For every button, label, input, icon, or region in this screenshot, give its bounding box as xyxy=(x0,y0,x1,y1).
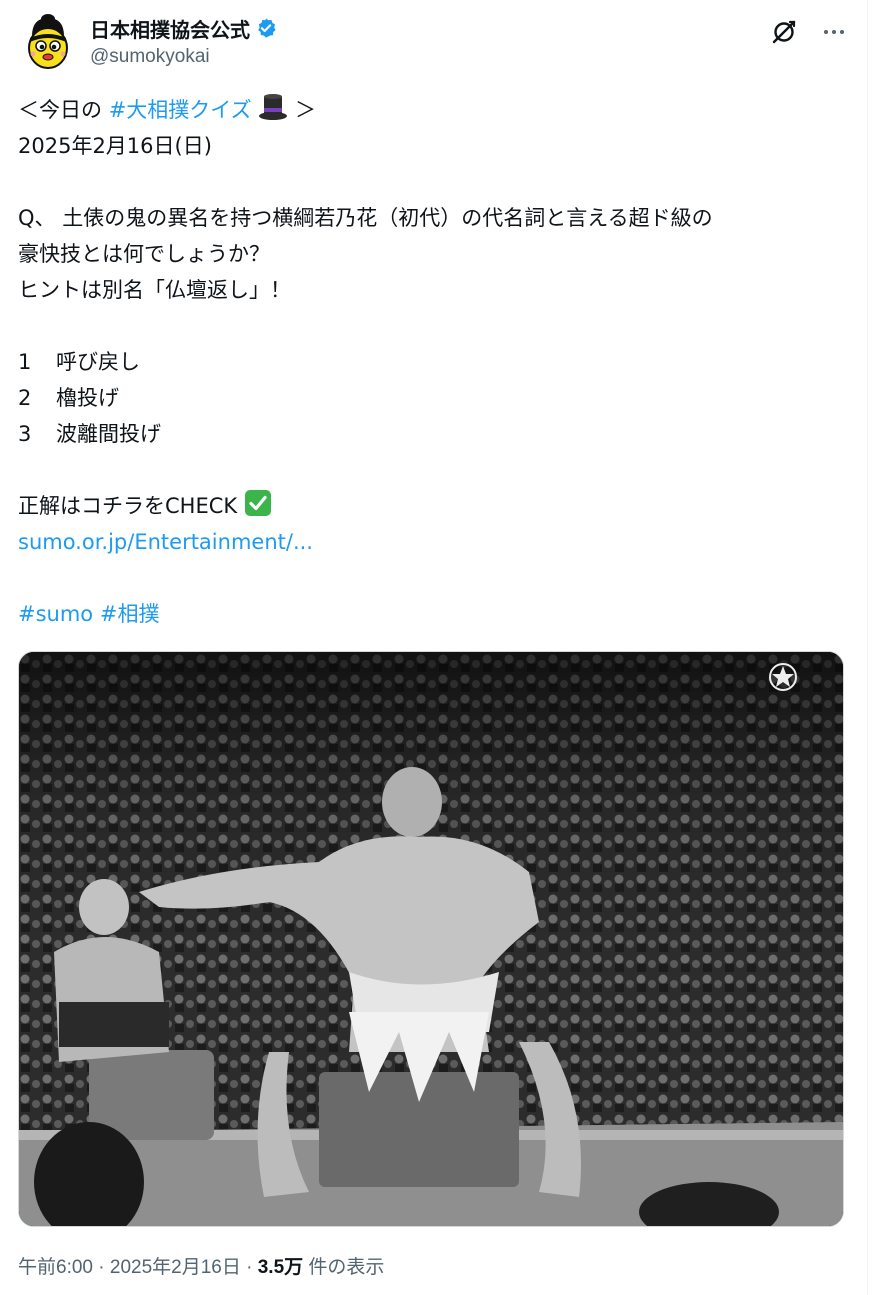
tweet-header: 日本相撲協会公式 @sumokyokai xyxy=(18,10,856,74)
tweet-text: ＜今日の #大相撲クイズ ＞ 2025年2月16日(日) Q、 土俵の鬼の異名を… xyxy=(18,92,858,632)
post-time[interactable]: 午前6:00 xyxy=(18,1257,93,1278)
hashtag-sumo-jp[interactable]: #相撲 xyxy=(100,602,160,626)
tweet-media-photo[interactable] xyxy=(18,651,844,1227)
hashtag-sumo-quiz[interactable]: #大相撲クイズ xyxy=(109,98,252,122)
sumo-mascot-avatar-icon xyxy=(18,12,78,72)
column-border xyxy=(867,0,868,1295)
option-1: 1 呼び戻し xyxy=(18,344,858,380)
answer-line: 正解はコチラをCHECK xyxy=(18,488,858,524)
separator: · xyxy=(92,1257,110,1278)
more-options-icon xyxy=(824,30,844,34)
tweet-meta: 午前6:00 · 2025年2月16日 · 3.5万 件の表示 xyxy=(18,1252,384,1279)
option-2: 2 櫓投げ xyxy=(18,380,858,416)
option-number: 2 xyxy=(18,386,32,410)
answer-text: 正解はコチラをCHECK xyxy=(18,494,238,518)
views-count: 3.5万 xyxy=(257,1257,304,1278)
question-line-1: Q、 土俵の鬼の異名を持つ横綱若乃花（初代）の代名詞と言える超ド級の xyxy=(18,206,713,230)
hashtags-line: #sumo #相撲 xyxy=(18,596,858,632)
handle[interactable]: @sumokyokai xyxy=(90,46,210,68)
avatar[interactable] xyxy=(18,12,78,72)
top-hat-emoji-icon xyxy=(258,93,288,132)
option-label: 呼び戻し xyxy=(56,350,140,374)
verified-badge-icon xyxy=(255,17,277,39)
post-date[interactable]: 2025年2月16日 xyxy=(110,1257,241,1278)
grok-icon xyxy=(772,20,796,44)
views-label: 件の表示 xyxy=(303,1257,385,1278)
option-label: 櫓投げ xyxy=(56,386,119,410)
option-3: 3 波離間投げ xyxy=(18,416,858,452)
sumo-photo-icon xyxy=(19,652,843,1226)
question-line-2: 豪快技とは何でしょうか？ xyxy=(18,242,270,266)
intro-line: ＜今日の #大相撲クイズ ＞ xyxy=(18,92,858,128)
hashtag-sumo[interactable]: #sumo xyxy=(18,602,93,626)
separator: · xyxy=(240,1257,258,1278)
grok-button[interactable] xyxy=(768,16,800,48)
check-mark-emoji-icon xyxy=(244,489,272,528)
external-link[interactable]: sumo.or.jp/Entertainment/... xyxy=(18,524,858,560)
option-label: 波離間投げ xyxy=(56,422,161,446)
option-number: 3 xyxy=(18,422,32,446)
intro-close: ＞ xyxy=(288,98,317,122)
display-name[interactable]: 日本相撲協会公式 xyxy=(90,14,250,43)
date-line: 2025年2月16日(日) xyxy=(18,134,212,158)
option-number: 1 xyxy=(18,350,32,374)
intro-open: ＜今日の xyxy=(18,98,109,122)
name-row: 日本相撲協会公式 xyxy=(90,14,277,42)
more-options-button[interactable] xyxy=(818,16,850,48)
hint-line: ヒントは別名「仏壇返し」！ xyxy=(18,278,291,302)
